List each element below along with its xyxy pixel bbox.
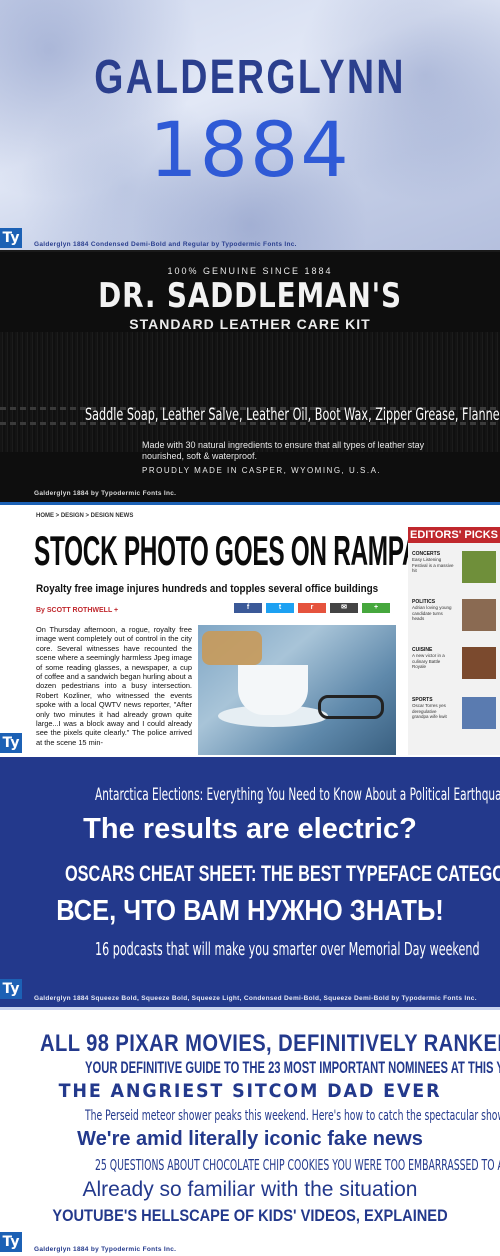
- pick-thumbnail: [462, 697, 496, 729]
- font-credit: Galderglyn 1884 Squeeze Bold, Squeeze Bo…: [34, 995, 477, 1002]
- article-byline[interactable]: By SCOTT ROTHWELL +: [36, 607, 118, 614]
- kit-description: Made with 30 natural ingredients to ensu…: [142, 440, 425, 461]
- kit-subtitle: STANDARD LEATHER CARE KIT: [129, 316, 371, 332]
- pick-item[interactable]: CONCERTS Easy Listening Festival is a ma…: [412, 551, 496, 583]
- pick-title: Adrian loving young candidate turns head…: [412, 605, 452, 621]
- headline-3: THE ANGRIEST SITCOM DAD EVER: [58, 1080, 442, 1102]
- coffee-cup-shape: [238, 665, 308, 715]
- article-deck: Royalty free image injures hundreds and …: [36, 583, 379, 595]
- headline-5: 16 podcasts that will make you smarter o…: [95, 939, 480, 960]
- pick-item[interactable]: CUISINE A new victor in a culinary Battl…: [412, 647, 496, 679]
- font-credit: Galderglyn 1884 by Typodermic Fonts Inc.: [34, 1246, 177, 1253]
- headlines-blue-panel: Antarctica Elections: Everything You Nee…: [0, 755, 500, 1007]
- plus-icon: +: [373, 604, 379, 611]
- headline-2: The results are electric?: [83, 813, 417, 845]
- hero-panel: GALDERGLYNN 1884 Ty Galderglyn 1884 Cond…: [0, 0, 500, 250]
- pick-item[interactable]: SPORTS Oscar Torres yes deregulative gra…: [412, 697, 496, 729]
- headline-1: Antarctica Elections: Everything You Nee…: [95, 785, 500, 805]
- facebook-share-button[interactable]: f: [234, 603, 262, 613]
- reddit-icon: r: [310, 604, 314, 611]
- more-share-button[interactable]: +: [362, 603, 390, 613]
- font-year: 1884: [149, 105, 351, 194]
- pick-thumbnail: [462, 551, 496, 583]
- reddit-share-button[interactable]: r: [298, 603, 326, 613]
- pick-title: Easy Listening Festival is a massive hit: [412, 557, 454, 573]
- typodermic-logo-icon: Ty: [0, 1232, 22, 1252]
- glasses-shape: [318, 695, 384, 719]
- pick-title: A new victor in a culinary Battle Royale: [412, 653, 445, 669]
- headline-7: Already so familiar with the situation: [82, 1178, 418, 1201]
- headline-5: We're amid literally iconic fake news: [77, 1128, 423, 1150]
- tagline: 100% GENUINE SINCE 1884: [167, 266, 333, 276]
- pick-thumbnail: [462, 599, 496, 631]
- headline-6: 25 QUESTIONS ABOUT CHOCOLATE CHIP COOKIE…: [95, 1156, 500, 1174]
- sandwich-shape: [202, 631, 262, 665]
- headline-1: ALL 98 PIXAR MOVIES, DEFINITIVELY RANKED: [40, 1030, 500, 1057]
- typodermic-logo-icon: Ty: [0, 979, 22, 999]
- email-icon: ✉: [341, 604, 347, 611]
- headline-2: YOUR DEFINITIVE GUIDE TO THE 23 MOST IMP…: [85, 1058, 500, 1077]
- product-list: Saddle Soap, Leather Salve, Leather Oil,…: [85, 405, 500, 425]
- font-credit: Galderglyn 1884 Condensed Demi-Bold and …: [34, 241, 297, 248]
- origin-text: PROUDLY MADE IN CASPER, WYOMING, U.S.A.: [142, 466, 382, 475]
- pick-item[interactable]: POLITICS Adrian loving young candidate t…: [412, 599, 496, 631]
- typodermic-logo-icon: Ty: [0, 733, 22, 753]
- article-photo: [198, 625, 396, 755]
- article-headline: STOCK PHOTO GOES ON RAMPAGE: [34, 527, 454, 574]
- leather-texture: [0, 332, 500, 452]
- news-article-panel: HOME > DESIGN > DESIGN NEWS STOCK PHOTO …: [0, 502, 500, 755]
- pick-thumbnail: [462, 647, 496, 679]
- headline-3: OSCARS CHEAT SHEET: THE BEST TYPEFACE CA…: [65, 861, 500, 886]
- font-credit: Galderglyn 1884 by Typodermic Fonts Inc.: [34, 490, 177, 497]
- typodermic-logo-icon: Ty: [0, 228, 22, 248]
- headline-8: YOUTUBE'S HELLSCAPE OF KIDS' VIDEOS, EXP…: [52, 1206, 448, 1225]
- editors-picks-sidebar: EDITORS' PICKS CONCERTS Easy Listening F…: [408, 527, 500, 755]
- email-share-button[interactable]: ✉: [330, 603, 358, 613]
- twitter-icon: t: [278, 604, 282, 611]
- article-body: On Thursday afternoon, a rogue, royalty …: [36, 625, 192, 747]
- headlines-white-panel: ALL 98 PIXAR MOVIES, DEFINITIVELY RANKED…: [0, 1007, 500, 1256]
- sidebar-title: EDITORS' PICKS: [408, 527, 500, 543]
- facebook-icon: f: [246, 604, 250, 611]
- leather-kit-panel: 100% GENUINE SINCE 1884 DR. SADDLEMAN'S …: [0, 250, 500, 502]
- brand-title: DR. SADDLEMAN'S: [98, 276, 402, 316]
- headline-4: The Perseid meteor shower peaks this wee…: [85, 1108, 500, 1124]
- font-name-title: GALDERGLYNN: [94, 51, 406, 104]
- pick-title: Oscar Torres yes deregulative grandpa wi…: [412, 703, 447, 719]
- headline-4-cyrillic: ВСЕ, ЧТО ВАМ НУЖНО ЗНАТЬ!: [56, 895, 444, 927]
- twitter-share-button[interactable]: t: [266, 603, 294, 613]
- breadcrumb[interactable]: HOME > DESIGN > DESIGN NEWS: [36, 513, 133, 519]
